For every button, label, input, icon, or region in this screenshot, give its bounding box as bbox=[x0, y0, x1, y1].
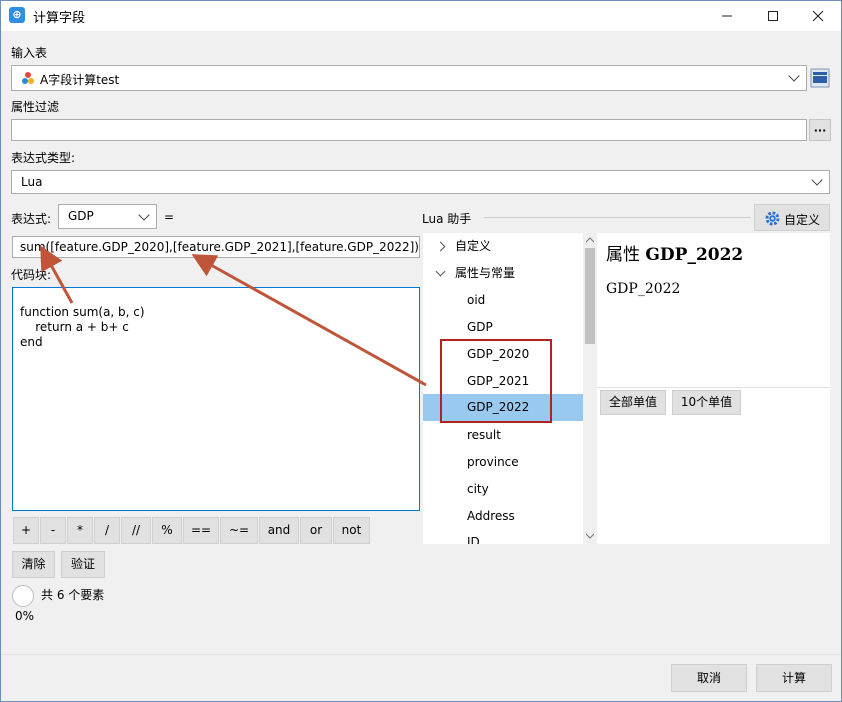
lua-helper-title: Lua 助手 bbox=[422, 212, 472, 226]
operator-and-button[interactable]: and bbox=[259, 517, 299, 544]
input-table-label: 输入表 bbox=[11, 46, 48, 60]
target-field-value: GDP bbox=[68, 209, 94, 223]
feature-count: 共 6 个要素 bbox=[41, 588, 105, 602]
expr-type-label: 表达式类型: bbox=[11, 151, 76, 165]
chevron-down-icon bbox=[138, 208, 150, 221]
layer-icon bbox=[22, 72, 34, 84]
expr-type-value: Lua bbox=[21, 175, 43, 189]
scroll-up-icon[interactable] bbox=[586, 237, 594, 243]
detail-heading-name: GDP_2022 bbox=[645, 245, 744, 265]
validate-button[interactable]: 验证 bbox=[61, 551, 105, 578]
target-field-combo[interactable]: GDP bbox=[58, 204, 157, 229]
maximize-button[interactable] bbox=[750, 1, 796, 31]
chevron-down-icon bbox=[811, 174, 823, 186]
chevron-right-icon bbox=[435, 241, 446, 252]
compute-button[interactable]: 计算 bbox=[756, 664, 832, 692]
expr-type-combo[interactable]: Lua bbox=[11, 170, 830, 194]
tree-item-address[interactable]: Address bbox=[423, 503, 583, 530]
code-block-editor[interactable]: function sum(a, b, c) return a + b+ c end bbox=[12, 287, 420, 511]
tree-item-oid[interactable]: oid bbox=[423, 287, 583, 314]
highlight-box bbox=[440, 339, 552, 423]
scrollbar-thumb[interactable] bbox=[585, 248, 595, 344]
open-table-button[interactable] bbox=[810, 66, 831, 90]
filter-input[interactable] bbox=[11, 119, 807, 141]
filter-more-button[interactable]: ··· bbox=[809, 119, 831, 141]
operator-or-button[interactable]: or bbox=[300, 517, 332, 544]
scroll-down-icon[interactable] bbox=[586, 533, 594, 539]
input-table-value: A字段计算test bbox=[40, 73, 120, 87]
tree-group-attributes[interactable]: 属性与常量 bbox=[423, 260, 583, 287]
custom-button[interactable]: 自定义 bbox=[754, 204, 830, 231]
code-line: end bbox=[20, 335, 43, 349]
operator-plus-button[interactable]: + bbox=[13, 517, 39, 544]
tree-item-province[interactable]: province bbox=[423, 449, 583, 476]
operator-modulo-button[interactable]: % bbox=[152, 517, 182, 544]
input-table-combo[interactable]: A字段计算test bbox=[11, 65, 807, 91]
operator-minus-button[interactable]: - bbox=[40, 517, 66, 544]
progress-ring bbox=[12, 585, 34, 607]
separator-line bbox=[484, 217, 751, 218]
detail-divider bbox=[597, 387, 830, 388]
operator-multiply-button[interactable]: * bbox=[67, 517, 93, 544]
maximize-icon bbox=[768, 11, 778, 21]
progress-text: 0% bbox=[15, 609, 35, 623]
clear-button[interactable]: 清除 bbox=[12, 551, 55, 578]
database-icon bbox=[810, 68, 830, 88]
tree-item-id[interactable]: ID bbox=[423, 529, 583, 544]
chevron-down-icon bbox=[435, 266, 446, 277]
equals-sign: = bbox=[164, 210, 175, 224]
tree-scrollbar[interactable] bbox=[583, 233, 597, 544]
detail-panel: 属性 GDP_2022 GDP_2022 全部单值 10个单值 bbox=[597, 233, 830, 544]
cancel-button[interactable]: 取消 bbox=[671, 664, 747, 692]
operator-not-equal-button[interactable]: ~= bbox=[220, 517, 258, 544]
gear-icon bbox=[765, 211, 780, 226]
operator-floor-divide-button[interactable]: // bbox=[121, 517, 151, 544]
filter-label: 属性过滤 bbox=[11, 100, 60, 114]
ten-values-button[interactable]: 10个单值 bbox=[672, 390, 741, 415]
close-icon bbox=[812, 10, 824, 22]
code-line: return a + b+ c bbox=[20, 320, 129, 334]
tree-item-result[interactable]: result bbox=[423, 422, 583, 449]
all-values-button[interactable]: 全部单值 bbox=[600, 390, 666, 415]
detail-heading-prefix: 属性 bbox=[606, 245, 640, 265]
app-icon: ⊕ bbox=[9, 7, 25, 23]
tree-item-city[interactable]: city bbox=[423, 476, 583, 503]
custom-button-label: 自定义 bbox=[784, 213, 821, 227]
expression-label: 表达式: bbox=[11, 212, 52, 226]
operator-equal-button[interactable]: == bbox=[183, 517, 219, 544]
minimize-button[interactable] bbox=[704, 1, 750, 31]
tree-item-gdp[interactable]: GDP bbox=[423, 314, 583, 341]
close-button[interactable] bbox=[795, 1, 841, 31]
code-block-label: 代码块: bbox=[11, 268, 52, 282]
expression-input[interactable]: sum([feature.GDP_2020],[feature.GDP_2021… bbox=[12, 236, 420, 258]
tree-group-custom[interactable]: 自定义 bbox=[423, 233, 583, 260]
chevron-down-icon bbox=[788, 70, 800, 82]
window-title: 计算字段 bbox=[33, 11, 86, 26]
minimize-icon bbox=[722, 15, 732, 17]
detail-heading: 属性 GDP_2022 bbox=[606, 240, 743, 265]
operator-not-button[interactable]: not bbox=[333, 517, 370, 544]
operator-divide-button[interactable]: / bbox=[94, 517, 120, 544]
detail-field-name: GDP_2022 bbox=[606, 281, 681, 297]
code-line: function sum(a, b, c) bbox=[20, 305, 145, 319]
